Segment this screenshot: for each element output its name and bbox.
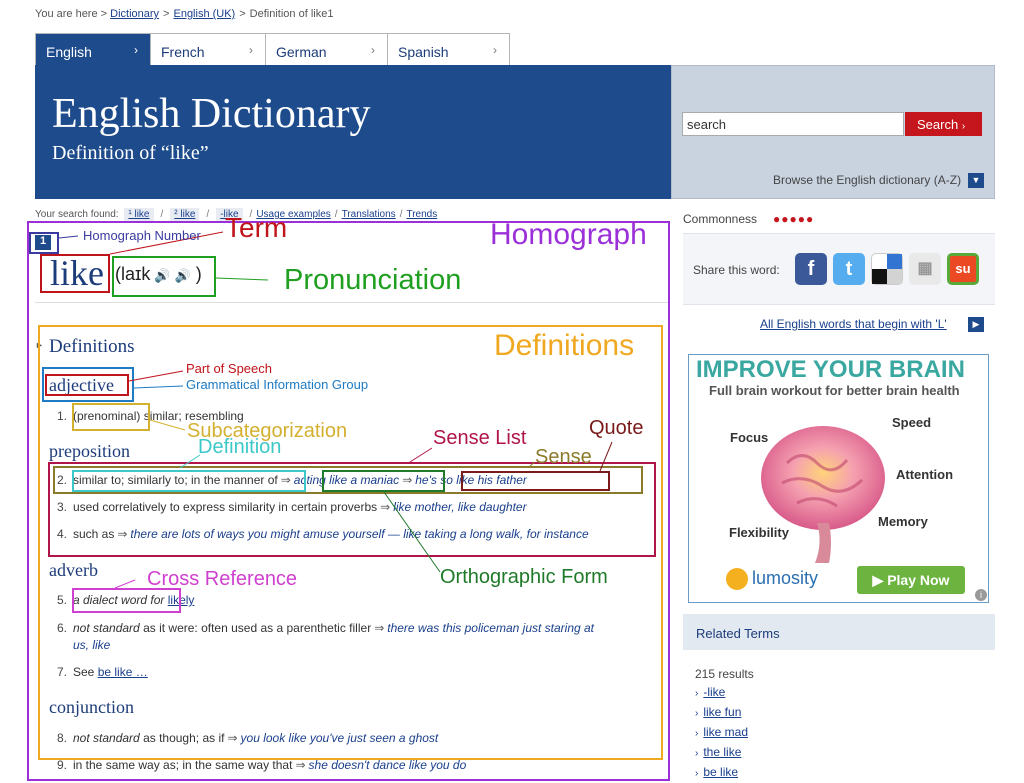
ad-info-icon[interactable]: i: [975, 589, 987, 601]
play-now-button[interactable]: ▶ Play Now: [857, 566, 965, 594]
breadcrumb-english-uk[interactable]: English (UK): [173, 8, 235, 20]
annotation-label-orthographic-form: Orthographic Form: [440, 566, 608, 588]
language-tabs: English › French › German › Spanish ›: [35, 33, 510, 65]
sense-item: 2. similar to; similarly to; in the manne…: [56, 473, 527, 487]
sense-item: 5. a dialect word for likely: [56, 593, 195, 607]
speaker-icon[interactable]: 🔊: [175, 268, 191, 283]
homograph-number: 1: [35, 235, 51, 250]
related-terms-title: Related Terms: [696, 626, 780, 641]
search-input[interactable]: [682, 112, 904, 136]
related-link[interactable]: be like: [703, 765, 738, 779]
found-translations[interactable]: Translations: [342, 209, 396, 220]
breadcrumb-dictionary[interactable]: Dictionary: [110, 8, 159, 20]
ad-subline: Full brain workout for better brain heal…: [709, 383, 960, 398]
sense-item: 8. not standard as though; as if ⇒ you look…: [56, 731, 439, 745]
annotation-label-definitions: Definitions: [494, 329, 635, 362]
headword: like: [50, 253, 104, 293]
found-like-2[interactable]: ² like: [170, 208, 200, 221]
annotation-label-sense-list: Sense List: [433, 427, 527, 449]
sense-item: 6. not standard as it were: often used as…: [56, 621, 595, 652]
ad-brand: lumosity: [752, 568, 819, 588]
xref-link-likely[interactable]: likely: [168, 593, 195, 607]
annotation-label-definition: Definition: [198, 436, 282, 458]
pos-adverb: adverb: [49, 560, 98, 580]
annotation-label-sense: Sense: [535, 446, 592, 468]
chevron-right-icon: ›: [493, 43, 497, 57]
annotation-label-part-of-speech: Part of Speech: [186, 361, 272, 376]
breadcrumb-current: Definition of like1: [249, 8, 334, 20]
delicious-icon[interactable]: [871, 253, 903, 285]
annotation-label-homograph: Homograph: [490, 218, 647, 251]
ad-label-flexibility: Flexibility: [729, 525, 789, 540]
page-subtitle: Definition of “like”: [52, 142, 209, 164]
related-link[interactable]: like fun: [703, 705, 741, 719]
share-label: Share this word:: [693, 263, 780, 277]
commonness-label: Commonness: [683, 212, 758, 226]
pos-conjunction: conjunction: [49, 697, 134, 717]
breadcrumb: You are here > Dictionary > English (UK) > D…: [35, 8, 334, 20]
annotation-label-term: Term: [225, 212, 288, 243]
ad-headline: IMPROVE YOUR BRAIN: [696, 356, 965, 383]
annotation-label-quote: Quote: [589, 417, 644, 439]
related-link[interactable]: the like: [703, 745, 741, 759]
sense-item: 4. such as ⇒ there are lots of ways you mig…: [56, 527, 589, 541]
facebook-icon[interactable]: f: [795, 253, 827, 285]
annotation-label-cross-reference: Cross Reference: [147, 568, 298, 590]
ad-label-memory: Memory: [878, 514, 928, 529]
search-button[interactable]: Search ›: [905, 112, 982, 136]
commonness-rating: ●●●●●: [773, 212, 815, 226]
tab-english[interactable]: English ›: [35, 33, 151, 65]
stumbleupon-icon[interactable]: su: [947, 253, 979, 285]
sense-item: 7. See be like …: [56, 665, 148, 679]
found-trends[interactable]: Trends: [406, 209, 437, 220]
divider: [35, 302, 668, 303]
page-title: English Dictionary: [52, 91, 371, 137]
tab-spanish[interactable]: Spanish ›: [387, 33, 510, 65]
definitions-heading: Definitions: [49, 336, 135, 357]
tab-german[interactable]: German ›: [265, 33, 388, 65]
pos-adjective: adjective: [49, 375, 114, 395]
chevron-right-icon: ›: [134, 43, 138, 57]
sense-item: 3. used correlatively to express similari…: [56, 500, 527, 514]
chevron-right-icon[interactable]: ▶: [968, 317, 984, 332]
ad-label-attention: Attention: [896, 467, 954, 482]
chevron-right-icon: ›: [371, 43, 375, 57]
annotation-label-pronunciation: Pronunciation: [284, 264, 462, 296]
digg-icon[interactable]: ▦: [909, 253, 941, 285]
expand-arrow-icon[interactable]: ►: [35, 340, 44, 350]
tab-french[interactable]: French ›: [150, 33, 266, 65]
see-link-be-like[interactable]: be like …: [98, 665, 148, 679]
ad-label-speed: Speed: [892, 415, 932, 430]
annotation-label-grammatical-group: Grammatical Information Group: [186, 377, 369, 392]
brain-illustration: [761, 426, 885, 563]
speaker-icon[interactable]: 🔊: [154, 268, 170, 283]
twitter-icon[interactable]: t: [833, 253, 865, 285]
lumosity-logo-icon: [726, 568, 748, 590]
list-item: › like fun: [695, 705, 742, 719]
browse-link[interactable]: Browse the English dictionary (A-Z): [773, 173, 961, 187]
found-like-1[interactable]: ¹ like: [124, 208, 154, 221]
sense-item: 9. in the same way as; in the same way th…: [56, 758, 467, 772]
breadcrumb-prefix: You are here >: [35, 8, 108, 20]
list-item: › -like: [695, 685, 726, 699]
list-item: › like mad: [695, 725, 749, 739]
list-item: › the like: [695, 745, 742, 759]
chevron-down-icon[interactable]: ▼: [968, 173, 984, 188]
chevron-right-icon: ›: [249, 43, 253, 57]
chevron-right-icon: ›: [961, 121, 966, 132]
ad-label-focus: Focus: [730, 430, 769, 445]
related-link[interactable]: -like: [703, 685, 725, 699]
pos-preposition: preposition: [49, 441, 130, 461]
list-item: › be like: [695, 765, 739, 779]
pronunciation: (laɪk 🔊 🔊 ): [115, 264, 202, 284]
related-terms-list: › -like › like fun › like mad › the like › be…: [695, 683, 748, 783]
all-words-link[interactable]: All English words that begin with 'L': [760, 317, 947, 331]
annotation-label-homograph-number: Homograph Number: [83, 228, 201, 243]
related-link[interactable]: like mad: [703, 725, 748, 739]
related-results-count: 215 results: [695, 667, 754, 681]
